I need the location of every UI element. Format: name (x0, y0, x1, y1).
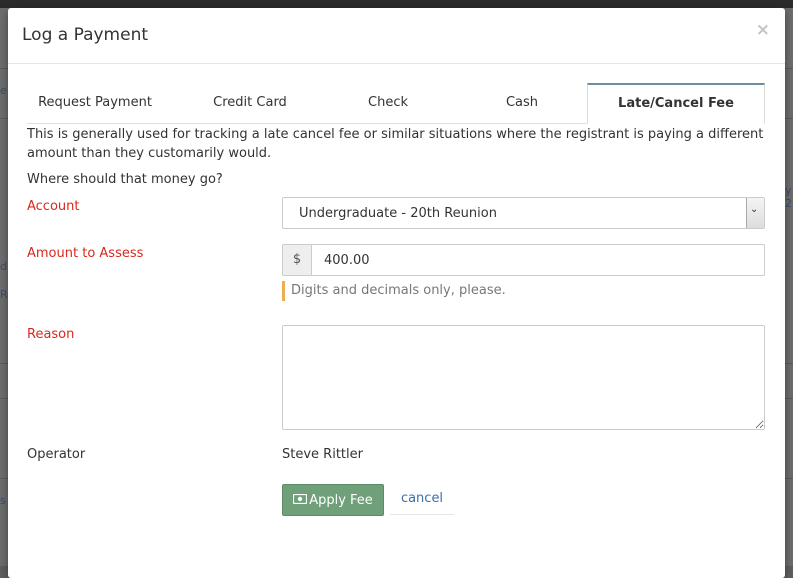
reason-label: Reason (27, 327, 75, 342)
operator-label: Operator (27, 447, 86, 462)
background-text: y 2 (785, 184, 792, 210)
modal-header: Log a Payment × (8, 8, 785, 64)
fee-description: This is generally used for tracking a la… (27, 127, 764, 161)
account-label: Account (27, 199, 80, 214)
amount-hint: Digits and decimals only, please. (282, 281, 506, 301)
amount-input[interactable] (311, 244, 765, 276)
money-destination-question: Where should that money go? (27, 172, 223, 187)
tab-request-payment[interactable]: Request Payment (27, 83, 163, 123)
close-icon[interactable]: × (756, 20, 770, 40)
background-text: s (0, 494, 6, 507)
background-text: d (0, 260, 7, 273)
currency-addon: $ (282, 244, 311, 276)
account-selected-value: Undergraduate - 20th Reunion (299, 206, 497, 221)
chevron-down-icon: ⌄ (750, 204, 759, 215)
tab-late-cancel-fee[interactable]: Late/Cancel Fee (587, 83, 765, 124)
tab-check[interactable]: Check (318, 83, 458, 123)
background-text: e (0, 84, 7, 97)
log-payment-modal: Log a Payment × Request Payment Credit C… (8, 8, 785, 578)
reason-textarea[interactable] (282, 325, 765, 430)
amount-label: Amount to Assess (27, 246, 144, 261)
tab-credit-card[interactable]: Credit Card (182, 83, 318, 123)
money-icon (293, 493, 308, 508)
payment-method-tabs: Request Payment Credit Card Check Cash L… (27, 83, 765, 124)
apply-fee-button[interactable]: Apply Fee (282, 484, 384, 516)
modal-title: Log a Payment (22, 25, 149, 45)
browser-top-strip (0, 0, 793, 8)
cancel-link[interactable]: cancel (390, 484, 454, 515)
tab-cash[interactable]: Cash (456, 83, 588, 123)
account-select[interactable]: Undergraduate - 20th Reunion ⌄ (282, 197, 765, 229)
account-dropdown-button[interactable]: ⌄ (746, 198, 764, 228)
operator-value: Steve Rittler (282, 447, 363, 462)
apply-fee-label: Apply Fee (309, 492, 373, 508)
